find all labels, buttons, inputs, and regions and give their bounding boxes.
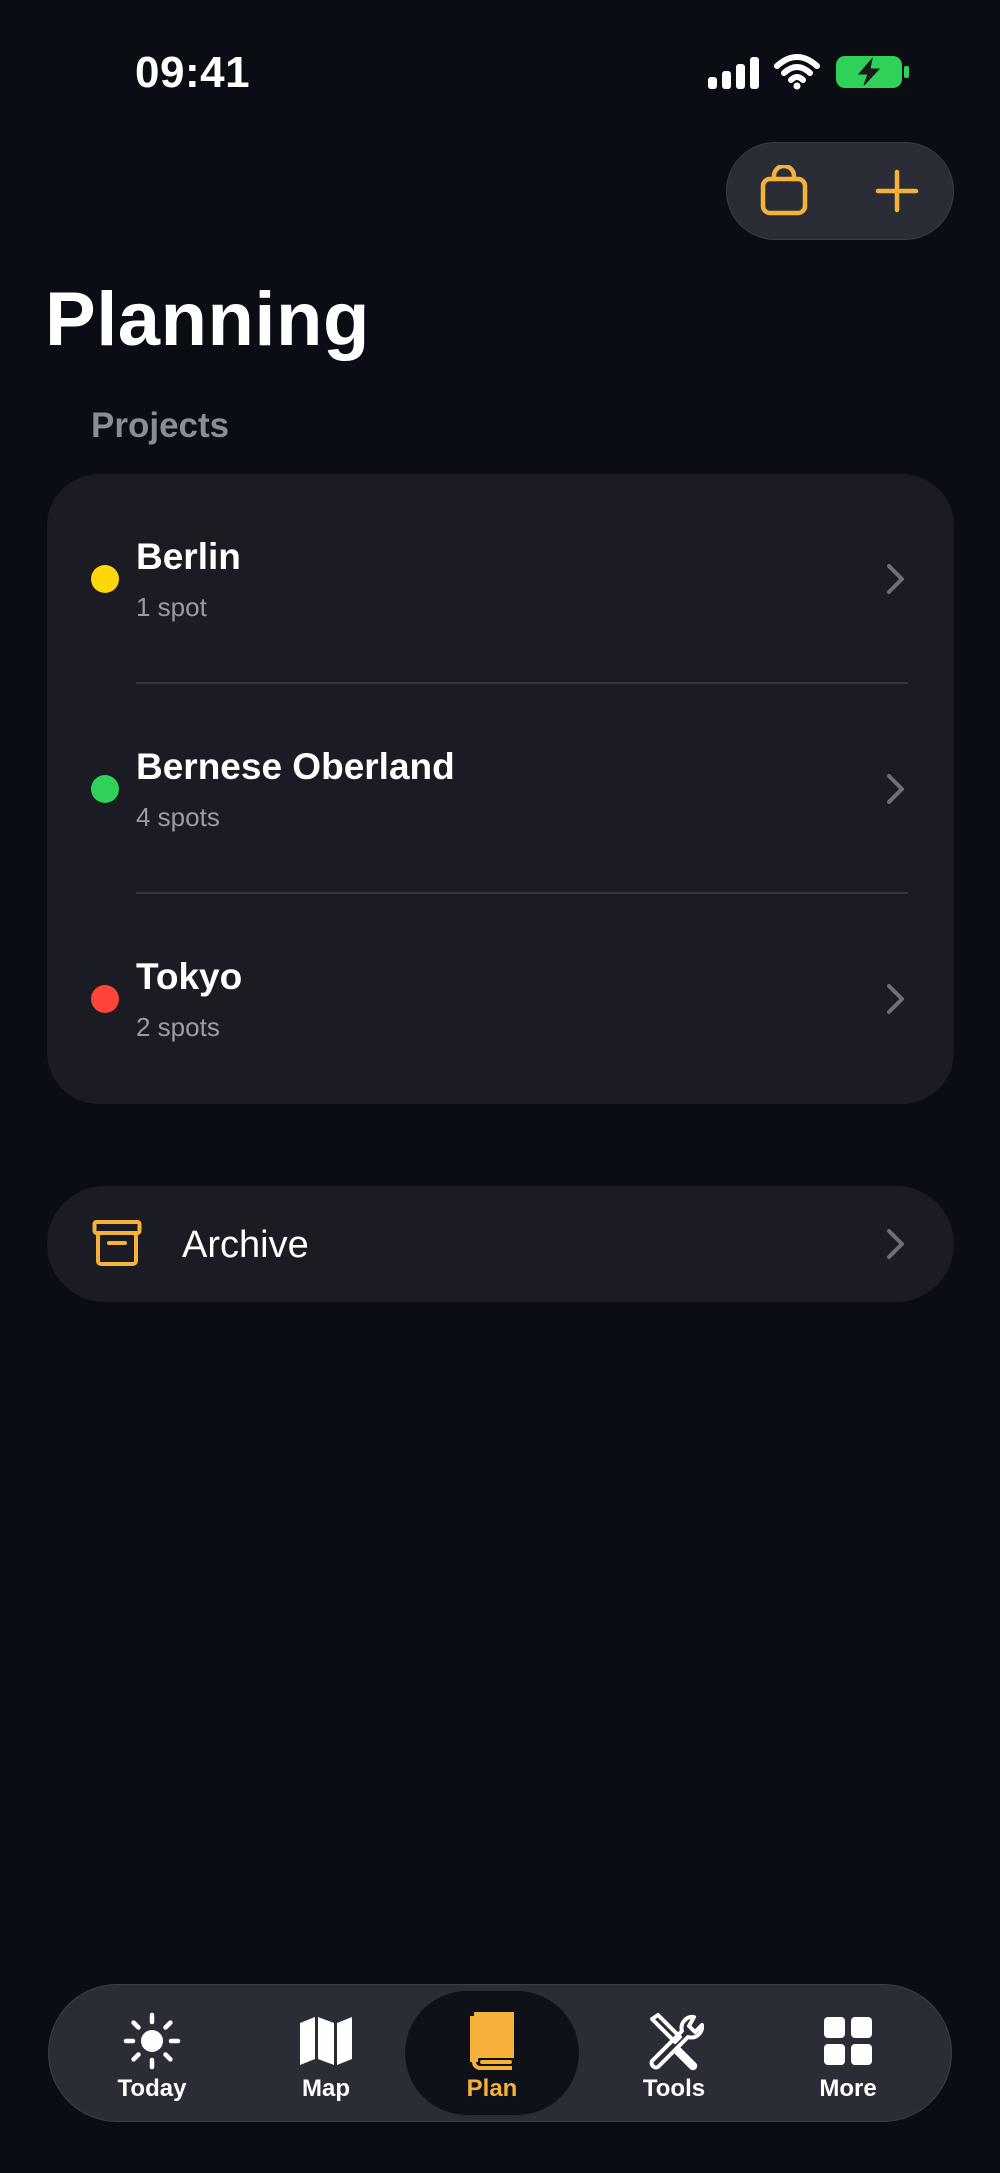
status-bar: 09:41 (0, 0, 1000, 150)
projects-list: Berlin 1 spot Bernese Oberland 4 spots T… (47, 474, 954, 1104)
tab-label: Tools (642, 2075, 706, 2102)
tab-more[interactable]: More (761, 1991, 935, 2115)
chevron-right-icon (887, 564, 904, 594)
project-color-dot (91, 985, 119, 1013)
tab-plan[interactable]: Plan (405, 1991, 579, 2115)
tab-label: More (819, 2075, 877, 2102)
project-name: Berlin (136, 536, 241, 577)
map-icon (300, 2017, 352, 2065)
tab-label: Plan (466, 2075, 518, 2102)
cellular-signal-icon (708, 55, 759, 89)
tab-map[interactable]: Map (239, 1991, 413, 2115)
projects-section-label: Projects (91, 406, 230, 445)
archive-box-icon (92, 1220, 142, 1266)
chevron-right-icon (887, 984, 904, 1014)
project-spot-count: 1 spot (136, 592, 207, 622)
shopping-bag-icon (760, 165, 807, 216)
archive-label: Archive (182, 1224, 309, 1266)
tab-tools[interactable]: Tools (587, 1991, 761, 2115)
project-name: Tokyo (136, 956, 243, 997)
wifi-icon (774, 54, 820, 90)
project-row-berlin[interactable]: Berlin 1 spot (47, 474, 954, 684)
chevron-right-icon (887, 774, 904, 804)
project-spot-count: 4 spots (136, 802, 220, 832)
shopping-bag-button[interactable] (744, 151, 824, 231)
tab-today[interactable]: Today (65, 1991, 239, 2115)
sun-icon (123, 2012, 181, 2070)
project-row-tokyo[interactable]: Tokyo 2 spots (47, 894, 954, 1104)
status-time: 09:41 (135, 48, 251, 97)
page-title: Planning (45, 277, 370, 362)
add-button[interactable] (857, 151, 937, 231)
planning-screen: 09:41 Planning Projects Berlin 1 spot Be… (0, 0, 1000, 2173)
tab-bar: Today Map Plan Tools More (48, 1984, 952, 2122)
project-name: Bernese Oberland (136, 746, 455, 787)
plus-icon (875, 169, 918, 213)
chevron-right-icon (887, 1229, 904, 1259)
battery-charging-icon (836, 56, 909, 88)
tools-icon (649, 2013, 704, 2071)
top-actions (726, 142, 954, 240)
grid-icon (824, 2017, 872, 2065)
project-color-dot (91, 565, 119, 593)
status-icons (708, 52, 911, 92)
tab-label: Map (302, 2075, 350, 2102)
tab-label: Today (117, 2075, 187, 2102)
project-color-dot (91, 775, 119, 803)
book-icon (470, 2012, 514, 2070)
project-spot-count: 2 spots (136, 1012, 220, 1042)
project-row-bernese-oberland[interactable]: Bernese Oberland 4 spots (47, 684, 954, 894)
archive-row[interactable]: Archive (47, 1186, 954, 1302)
